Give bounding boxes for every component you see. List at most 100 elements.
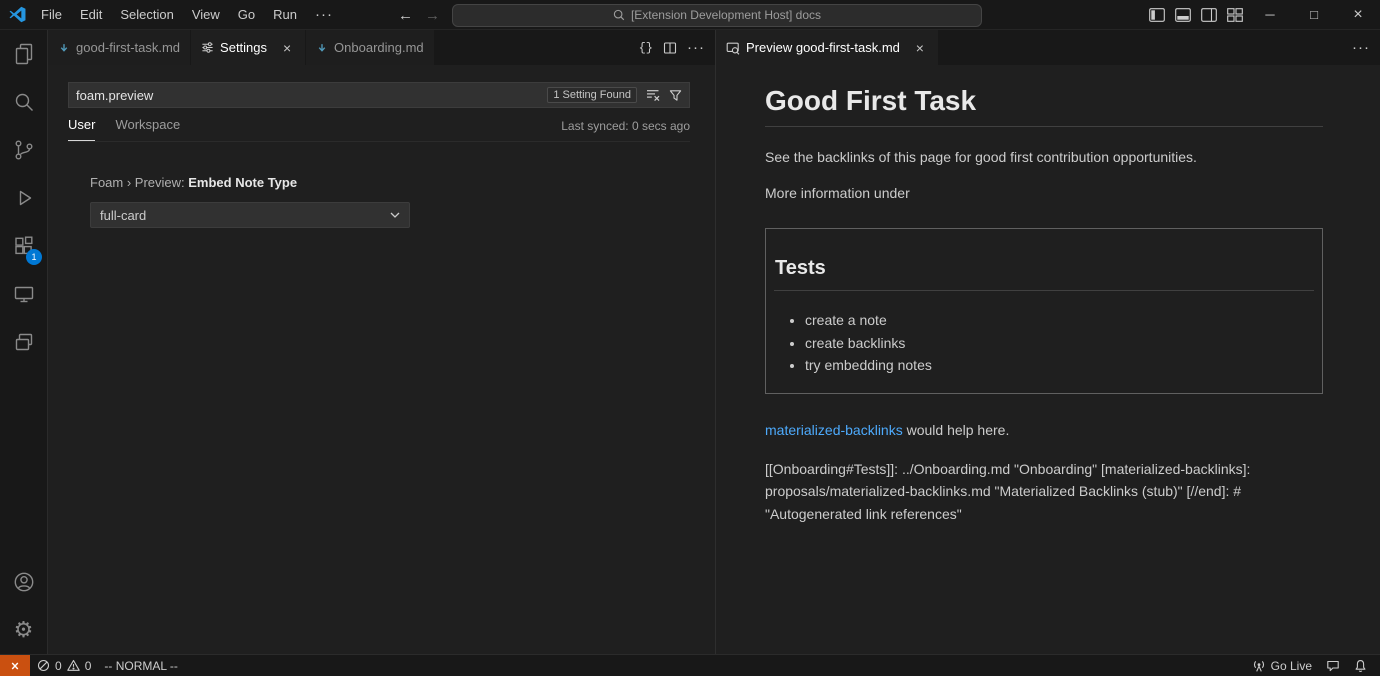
go-live-button[interactable]: Go Live — [1245, 655, 1319, 676]
tab-onboarding[interactable]: Onboarding.md — [306, 30, 435, 65]
menu-view[interactable]: View — [183, 0, 229, 30]
editor-groups: good-first-task.md Settings × Onboarding… — [48, 30, 1380, 654]
tab-label: good-first-task.md — [76, 40, 180, 55]
feedback-button[interactable] — [1319, 655, 1347, 676]
error-count: 0 — [55, 659, 62, 673]
menu-go[interactable]: Go — [229, 0, 264, 30]
maximize-button[interactable]: □ — [1292, 0, 1336, 30]
layout-grid-icon — [1227, 8, 1243, 22]
close-window-button[interactable]: × — [1336, 0, 1380, 30]
forward-arrow-icon[interactable]: → — [425, 7, 440, 24]
extensions-badge: 1 — [26, 249, 42, 265]
notifications-button[interactable] — [1347, 655, 1374, 676]
last-synced-label: Last synced: 0 secs ago — [561, 119, 690, 141]
materialized-backlinks-link[interactable]: materialized-backlinks — [765, 422, 903, 438]
minimize-button[interactable]: ─ — [1248, 0, 1292, 30]
toggle-panel-button[interactable] — [1170, 0, 1196, 30]
remote-explorer-button[interactable] — [0, 270, 47, 318]
toggle-secondary-sidebar-button[interactable] — [1196, 0, 1222, 30]
setting-label: Foam › Preview: Embed Note Type — [90, 175, 689, 190]
problems-status[interactable]: 0 0 — [30, 655, 98, 676]
custom-view-button[interactable] — [0, 318, 47, 366]
menu-more-icon[interactable]: ··· — [306, 0, 342, 30]
note-card-list: create a note create backlinks try embed… — [774, 309, 1314, 377]
markdown-file-icon — [58, 42, 70, 54]
status-bar: 0 0 -- NORMAL -- Go Live — [0, 654, 1380, 676]
status-bar-right: Go Live — [1245, 655, 1380, 676]
more-actions-button[interactable]: ··· — [687, 39, 705, 56]
tab-label: Onboarding.md — [334, 40, 424, 55]
vim-mode-indicator[interactable]: -- NORMAL -- — [98, 655, 184, 676]
editor-actions: {} ··· — [639, 30, 715, 65]
windows-icon — [12, 330, 36, 354]
menu-selection[interactable]: Selection — [111, 0, 182, 30]
tab-good-first-task[interactable]: good-first-task.md — [48, 30, 191, 65]
tab-settings[interactable]: Settings × — [191, 30, 306, 65]
filter-funnel-icon — [669, 89, 682, 102]
dropdown-value: full-card — [100, 208, 146, 223]
embedded-note-card: Tests create a note create backlinks try… — [765, 228, 1323, 394]
scope-tab-workspace[interactable]: Workspace — [115, 117, 180, 141]
gear-icon: ⚙ — [14, 619, 34, 641]
back-arrow-icon[interactable]: ← — [398, 7, 413, 24]
title-bar: File Edit Selection View Go Run ··· ← → … — [0, 0, 1380, 30]
layout-panel-icon — [1175, 8, 1191, 22]
editor-group-left: good-first-task.md Settings × Onboarding… — [48, 30, 716, 654]
preview-paragraph: More information under — [765, 183, 1323, 204]
close-tab-icon[interactable]: × — [279, 41, 295, 55]
warning-icon — [67, 659, 80, 672]
more-actions-button[interactable]: ··· — [1352, 39, 1370, 56]
activity-bar: 1 ⚙ — [0, 30, 48, 654]
right-tab-bar: Preview good-first-task.md × ··· — [716, 30, 1380, 65]
feedback-icon — [1326, 659, 1340, 673]
vscode-logo-icon — [9, 6, 26, 23]
tab-preview[interactable]: Preview good-first-task.md × — [716, 30, 939, 65]
list-item: create a note — [805, 309, 1314, 332]
menu-edit[interactable]: Edit — [71, 0, 111, 30]
run-debug-button[interactable] — [0, 174, 47, 222]
accounts-button[interactable] — [0, 558, 47, 606]
setting-item-embed-note-type: Foam › Preview: Embed Note Type full-car… — [90, 175, 689, 228]
note-card-title: Tests — [774, 257, 1314, 291]
split-editor-button[interactable] — [663, 41, 677, 55]
settings-gear-button[interactable]: ⚙ — [0, 606, 47, 654]
explorer-button[interactable] — [0, 30, 47, 78]
embed-note-type-dropdown[interactable]: full-card — [90, 202, 410, 228]
close-tab-icon[interactable]: × — [912, 41, 928, 55]
menu-file[interactable]: File — [32, 0, 71, 30]
warning-count: 0 — [85, 659, 92, 673]
editor-group-right: Preview good-first-task.md × ··· Good Fi… — [716, 30, 1380, 654]
filter-settings-button[interactable] — [669, 89, 682, 102]
list-item: try embedding notes — [805, 354, 1314, 377]
list-item: create backlinks — [805, 332, 1314, 355]
vscode-window: File Edit Selection View Go Run ··· ← → … — [0, 0, 1380, 676]
search-box[interactable]: [Extension Development Host] docs — [452, 4, 982, 27]
link-references-paragraph: [[Onboarding#Tests]]: ../Onboarding.md "… — [765, 458, 1323, 526]
menu-run[interactable]: Run — [264, 0, 306, 30]
settings-search-input[interactable]: foam.preview 1 Setting Found — [68, 82, 690, 108]
preview-title: Good First Task — [765, 85, 1323, 127]
clear-search-button[interactable] — [646, 88, 660, 102]
source-control-icon — [12, 138, 36, 162]
search-view-button[interactable] — [0, 78, 47, 126]
preview-paragraph: See the backlinks of this page for good … — [765, 147, 1323, 168]
files-icon — [12, 42, 36, 66]
toggle-sidebar-button[interactable] — [1144, 0, 1170, 30]
settings-result-badge: 1 Setting Found — [547, 87, 637, 103]
editor-actions: ··· — [1352, 30, 1380, 65]
open-settings-json-button[interactable]: {} — [639, 41, 653, 55]
extensions-button[interactable]: 1 — [0, 222, 47, 270]
command-center: ← → [Extension Development Host] docs — [398, 0, 982, 30]
left-tab-bar: good-first-task.md Settings × Onboarding… — [48, 30, 715, 65]
settings-scope-tabs: User Workspace Last synced: 0 secs ago — [68, 117, 690, 142]
setting-category: Foam › Preview: — [90, 175, 188, 190]
settings-search-value: foam.preview — [76, 88, 547, 103]
remote-indicator[interactable] — [0, 655, 30, 676]
source-control-button[interactable] — [0, 126, 47, 174]
scope-tab-user[interactable]: User — [68, 117, 95, 141]
error-icon — [37, 659, 50, 672]
preview-paragraph: materialized-backlinks would help here. — [765, 420, 1323, 441]
layout-sidebar-right-icon — [1201, 8, 1217, 22]
account-icon — [12, 570, 36, 594]
customize-layout-button[interactable] — [1222, 0, 1248, 30]
